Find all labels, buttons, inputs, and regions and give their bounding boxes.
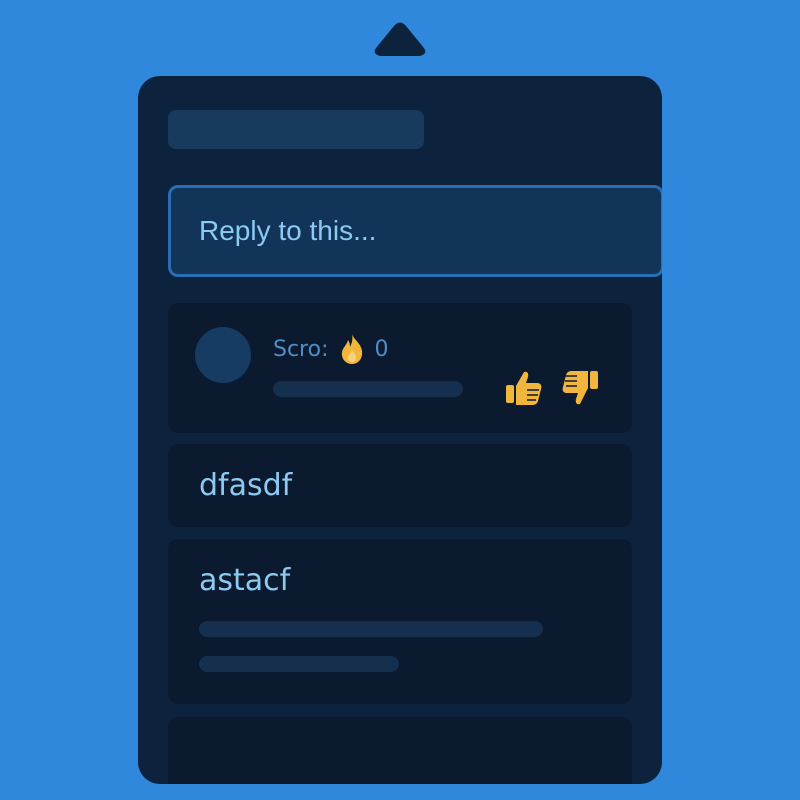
comment-card: astacf [168,539,632,704]
text-placeholder-bar [199,621,543,637]
text-placeholder-bar [199,656,399,672]
score-value: 0 [374,336,389,362]
score-display: Scro: 0 [273,333,389,365]
post-card: Scro: 0 [168,303,632,433]
comment-card [168,717,632,784]
score-label: Scro: [273,336,329,362]
title-placeholder-bar [168,110,424,149]
comment-text: dfasdf [199,468,293,503]
comment-panel: Scro: 0 dfasdf astac [138,76,662,784]
reply-input[interactable] [168,185,662,277]
author-placeholder-bar [273,381,463,397]
comment-text: astacf [199,563,291,598]
thumbs-down-icon[interactable] [560,368,600,408]
flame-icon [341,334,362,364]
avatar [195,327,251,383]
thumbs-up-icon[interactable] [504,368,544,408]
comment-card: dfasdf [168,444,632,527]
popover-caret-icon [374,22,426,56]
popover-root: Scro: 0 dfasdf astac [0,0,800,800]
